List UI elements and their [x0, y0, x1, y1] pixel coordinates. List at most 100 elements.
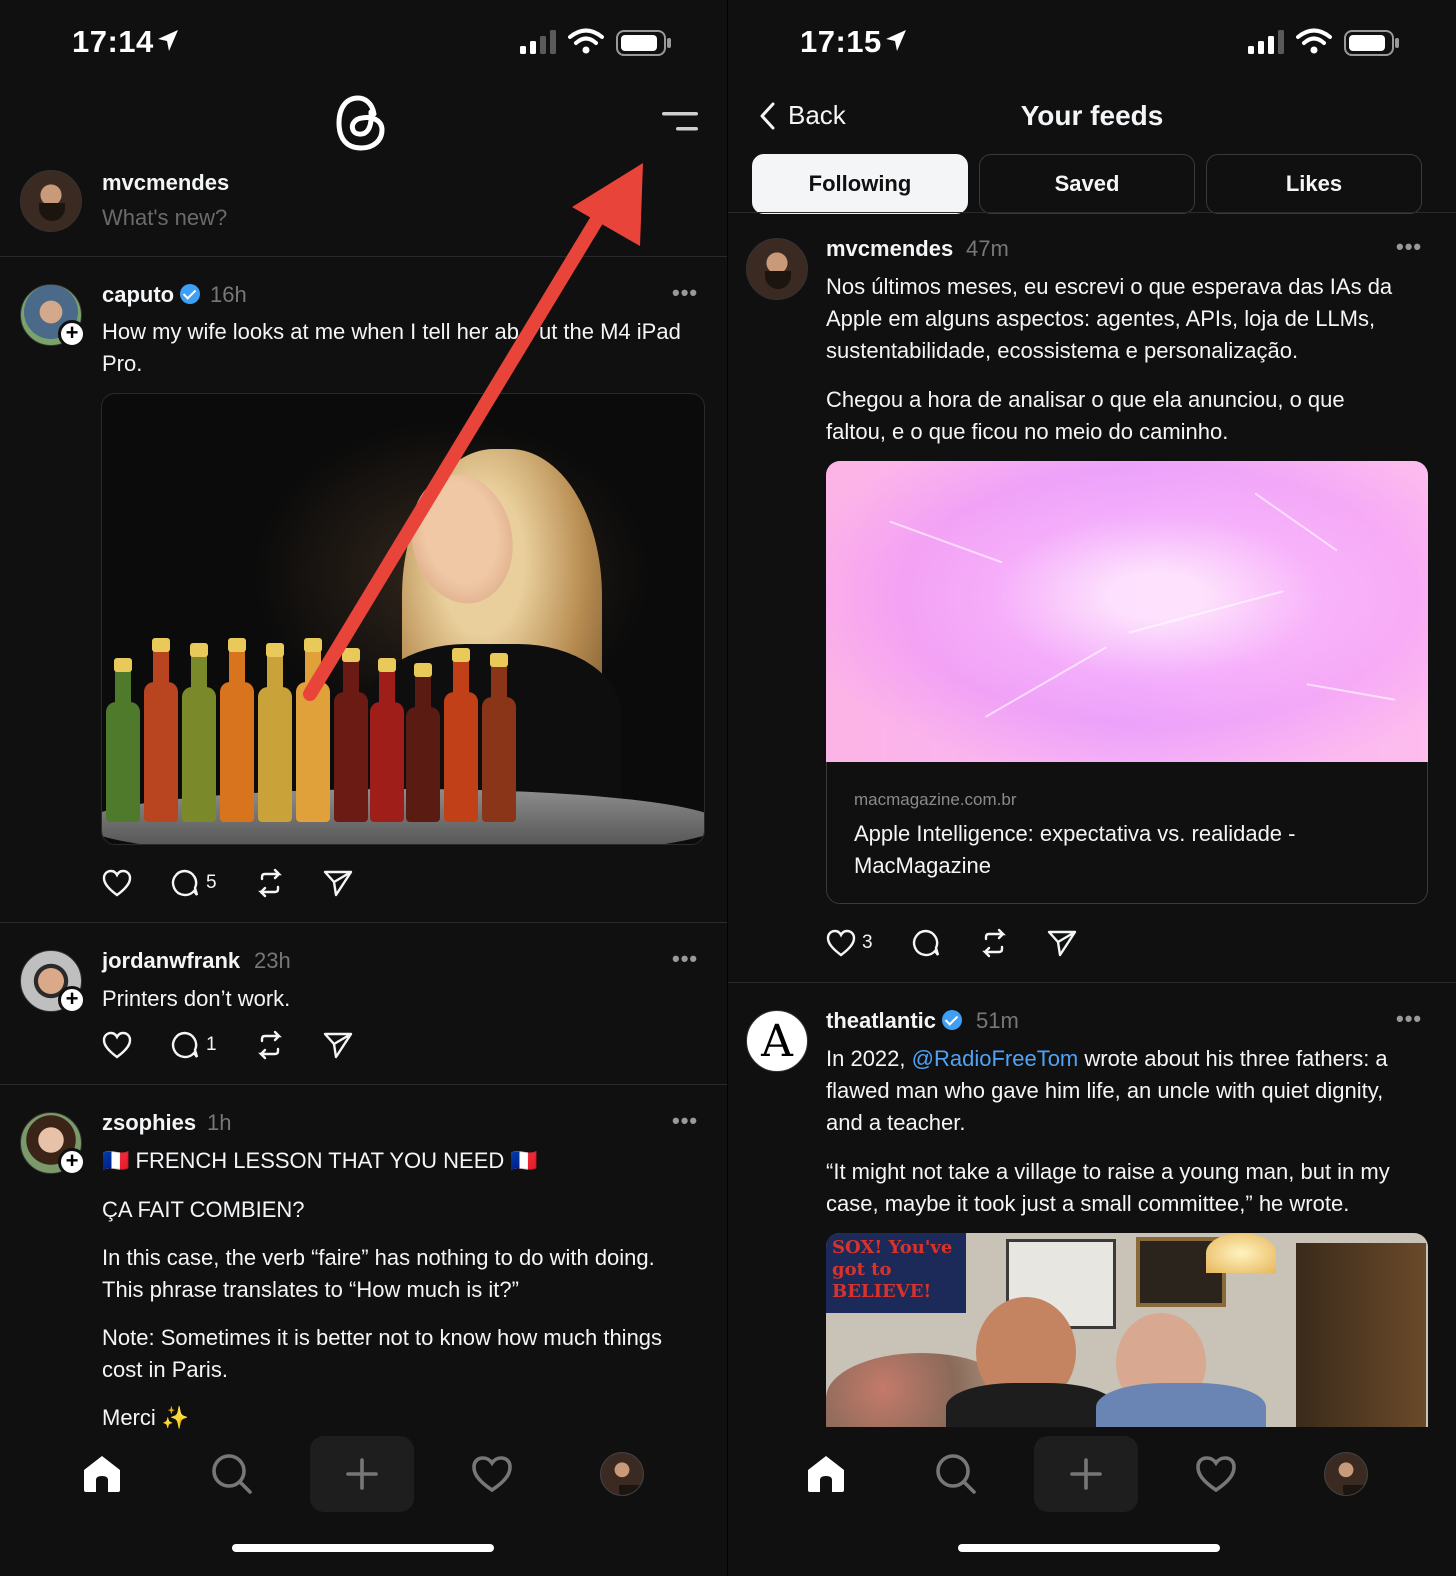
post-image[interactable] — [101, 393, 705, 845]
comment-button[interactable] — [911, 928, 941, 958]
nav-home[interactable] — [70, 1436, 134, 1512]
status-time: 17:14 — [72, 24, 154, 59]
tab-following[interactable]: Following — [752, 154, 968, 214]
nav-create[interactable] — [310, 1436, 414, 1512]
like-button[interactable]: 3 — [826, 929, 873, 957]
post-text: This phrase translates to “How much is i… — [102, 1277, 519, 1302]
wifi-icon — [568, 28, 604, 54]
repost-icon — [257, 1030, 282, 1060]
post-text: Note: Sometimes it is better not to know… — [102, 1325, 663, 1350]
comment-button[interactable]: 1 — [170, 1030, 217, 1060]
comment-count: 5 — [206, 872, 217, 893]
nav-create[interactable] — [1034, 1436, 1138, 1512]
image-streak — [1306, 683, 1396, 701]
comment-icon — [912, 929, 939, 957]
follow-plus-icon[interactable]: + — [58, 320, 86, 348]
comment-button[interactable]: 5 — [170, 868, 217, 898]
post-text-part: How my wife looks at me when I tell her … — [102, 319, 519, 344]
post-time: 51m — [976, 1008, 1019, 1033]
battery-icon — [1344, 30, 1399, 56]
status-time: 17:15 — [800, 24, 882, 59]
bottle — [106, 658, 140, 822]
avatar[interactable] — [746, 238, 808, 300]
link-title-line: MacMagazine — [854, 853, 991, 878]
more-icon[interactable]: ••• — [672, 946, 698, 972]
bottle — [144, 638, 178, 822]
nav-search[interactable] — [924, 1436, 988, 1512]
nav-profile[interactable] — [590, 1436, 654, 1512]
comment-icon — [171, 1031, 199, 1059]
activity-heart-icon — [472, 1456, 512, 1493]
tab-likes[interactable]: Likes — [1206, 154, 1422, 214]
location-arrow-icon — [158, 30, 178, 51]
location-arrow-icon — [886, 30, 906, 51]
nav-activity[interactable] — [460, 1436, 524, 1512]
like-button[interactable] — [102, 1031, 132, 1059]
more-icon[interactable]: ••• — [672, 1108, 698, 1134]
search-icon — [936, 1454, 976, 1494]
post-text: In 2022, @RadioFreeTom wrote about his t… — [826, 1043, 1388, 1075]
avatar[interactable] — [20, 170, 82, 232]
post-text: Nos últimos meses, eu escrevi o que espe… — [826, 274, 1393, 299]
lamp — [1206, 1233, 1276, 1273]
post-time: 16h — [210, 282, 247, 307]
post-text: faltou, e o que ficou no meio do caminho… — [826, 419, 1229, 444]
link-title: Apple Intelligence: expectativa vs. real… — [854, 818, 1394, 882]
repost-button[interactable] — [255, 1030, 285, 1060]
left-screen: 17:14 mvcmendes What's new? + caputo 16h… — [0, 0, 728, 1576]
more-icon[interactable]: ••• — [1396, 1006, 1422, 1032]
follow-plus-icon[interactable]: + — [58, 1148, 86, 1176]
atlantic-logo-icon: A — [761, 1015, 793, 1067]
mention-link[interactable]: @RadioFreeTom — [912, 1046, 1079, 1071]
bottle — [220, 638, 254, 822]
post-text: In this case, the verb “faire” has nothi… — [102, 1245, 655, 1270]
shelf — [1296, 1243, 1426, 1427]
post-text: flawed man who gave him life, an uncle w… — [826, 1078, 1384, 1103]
status-bar: 17:15 — [728, 22, 1456, 66]
post-username[interactable]: mvcmendes — [826, 236, 953, 262]
bottle — [482, 653, 516, 822]
divider — [728, 212, 1456, 213]
signal-icon — [1248, 30, 1284, 54]
post-text: Printers don’t work. — [102, 986, 291, 1011]
share-button[interactable] — [323, 1031, 353, 1059]
threads-logo-icon[interactable] — [334, 92, 390, 154]
repost-button[interactable] — [979, 928, 1009, 958]
home-indicator — [958, 1544, 1220, 1552]
more-icon[interactable]: ••• — [1396, 234, 1422, 260]
post-actions: 5 — [102, 868, 391, 898]
nav-profile[interactable] — [1314, 1436, 1378, 1512]
post-username[interactable]: zsophies — [102, 1110, 196, 1136]
nav-activity[interactable] — [1184, 1436, 1248, 1512]
repost-icon — [981, 928, 1006, 958]
post-username[interactable]: theatlantic — [826, 1008, 963, 1034]
like-count: 3 — [862, 932, 873, 953]
post-username[interactable]: caputo — [102, 282, 201, 308]
heart-icon — [102, 869, 132, 897]
nav-search[interactable] — [200, 1436, 264, 1512]
compose-row[interactable]: mvcmendes What's new? — [0, 160, 728, 257]
link-preview-image — [826, 461, 1428, 762]
post-actions: 1 — [102, 1030, 391, 1060]
comment-icon — [171, 869, 199, 897]
follow-plus-icon[interactable]: + — [58, 986, 86, 1014]
tab-saved[interactable]: Saved — [979, 154, 1195, 214]
repost-button[interactable] — [255, 868, 285, 898]
share-button[interactable] — [323, 869, 353, 897]
image-streak — [984, 646, 1108, 718]
post-image[interactable]: SOX! You've got to BELIEVE! — [826, 1233, 1428, 1427]
plus-icon — [346, 1458, 378, 1490]
post-time: 1h — [207, 1110, 232, 1135]
post-username[interactable]: jordanwfrank — [102, 948, 240, 974]
like-button[interactable] — [102, 869, 132, 897]
share-button[interactable] — [1047, 929, 1077, 957]
more-icon[interactable]: ••• — [672, 280, 698, 306]
heart-icon — [102, 1031, 132, 1059]
menu-icon[interactable] — [662, 110, 700, 134]
divider — [728, 982, 1456, 983]
avatar[interactable]: A — [746, 1010, 808, 1072]
compose-placeholder[interactable]: What's new? — [102, 205, 227, 231]
nav-home[interactable] — [794, 1436, 858, 1512]
post-actions: 3 — [826, 928, 1115, 958]
comment-count: 1 — [206, 1034, 217, 1055]
